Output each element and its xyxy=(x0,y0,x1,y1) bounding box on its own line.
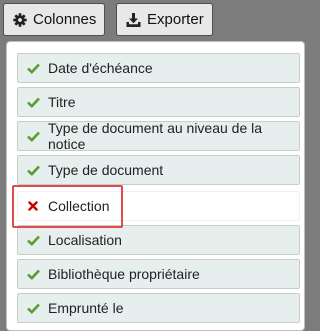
columns-button[interactable]: Colonnes xyxy=(3,3,105,36)
column-toggle-location[interactable]: Localisation xyxy=(17,225,300,255)
column-label: Localisation xyxy=(48,232,122,248)
check-icon xyxy=(18,226,48,254)
column-toggle-collection[interactable]: Collection xyxy=(17,191,300,221)
column-toggle-borrowed-on[interactable]: Emprunté le xyxy=(17,293,300,323)
column-label: Type de document xyxy=(48,162,164,178)
export-button[interactable]: Exporter xyxy=(116,3,213,36)
export-button-label: Exporter xyxy=(147,11,204,28)
column-label: Collection xyxy=(48,198,110,214)
check-icon xyxy=(18,294,48,322)
column-toggle-record-doc-type[interactable]: Type de document au niveau de la notice xyxy=(17,120,300,152)
column-label: Titre xyxy=(48,94,76,110)
check-icon xyxy=(18,260,48,288)
check-icon xyxy=(18,54,48,82)
column-toggle-owning-library[interactable]: Bibliothèque propriétaire xyxy=(17,259,300,289)
check-icon xyxy=(18,88,48,116)
column-label: Emprunté le xyxy=(48,300,124,316)
column-label: Type de document au niveau de la notice xyxy=(48,120,263,152)
download-icon xyxy=(126,12,141,27)
cross-icon xyxy=(18,192,48,220)
column-toggle-doc-type[interactable]: Type de document xyxy=(17,155,300,185)
column-toggle-due-date[interactable]: Date d'échéance xyxy=(17,53,300,83)
toolbar: Colonnes Exporter xyxy=(0,0,305,40)
column-label: Bibliothèque propriétaire xyxy=(48,266,200,282)
column-toggle-title[interactable]: Titre xyxy=(17,87,300,117)
columns-dropdown: Date d'échéance Titre Type de document a… xyxy=(6,41,305,331)
check-icon xyxy=(18,122,48,150)
column-label: Date d'échéance xyxy=(48,60,153,76)
gear-icon xyxy=(13,12,27,27)
columns-button-label: Colonnes xyxy=(33,11,97,28)
check-icon xyxy=(18,156,48,184)
